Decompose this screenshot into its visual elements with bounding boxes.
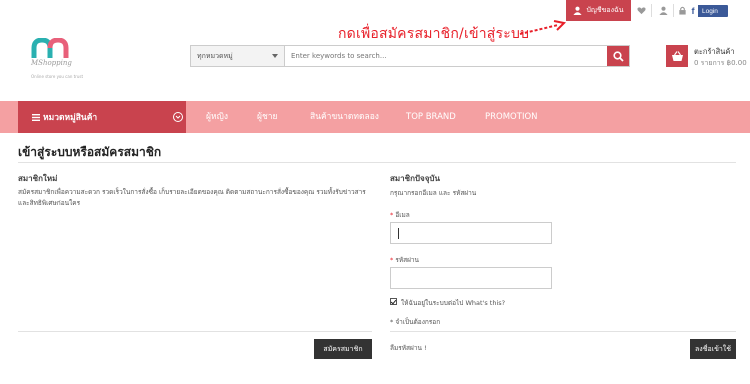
divider bbox=[390, 331, 736, 332]
cart-button[interactable] bbox=[666, 45, 688, 67]
login-button[interactable]: ลงชื่อเข้าใช้ bbox=[690, 339, 736, 359]
search-button[interactable] bbox=[607, 46, 629, 66]
chevron-down-icon bbox=[173, 112, 183, 122]
facebook-login-button[interactable]: f Login bbox=[688, 5, 728, 17]
user-icon[interactable] bbox=[659, 6, 668, 15]
top-bar: กดเพื่อสมัครสมาชิก/เข้าสู่ระบบ บัญชีของฉ… bbox=[0, 0, 750, 42]
page-title: เข้าสู่ระบบหรือสมัครสมาชิก bbox=[18, 145, 162, 159]
my-account-label: บัญชีของฉัน bbox=[586, 6, 624, 14]
cart-title[interactable]: ตะกร้าสินค้า bbox=[694, 46, 735, 58]
email-label: * อีเมล bbox=[390, 210, 410, 220]
password-label-text: รหัสผ่าน bbox=[395, 256, 419, 264]
category-select[interactable]: ทุกหมวดหมู่ bbox=[191, 46, 285, 66]
annotation-text: กดเพื่อสมัครสมาชิก/เข้าสู่ระบบ bbox=[338, 26, 530, 42]
nav-item-samples[interactable]: สินค้าขนาดทดลอง bbox=[310, 101, 379, 133]
my-account-button[interactable]: บัญชีของฉัน bbox=[566, 0, 631, 21]
required-mark: * bbox=[390, 256, 394, 264]
forgot-password-link[interactable]: ลืมรหัสผ่าน ! bbox=[390, 343, 427, 353]
required-mark: * bbox=[390, 211, 394, 219]
category-select-value: ทุกหมวดหมู่ bbox=[197, 51, 233, 60]
new-member-description: สมัครสมาชิกเพื่อความสะดวก รวดเร็วในการสั… bbox=[18, 188, 366, 207]
facebook-login-label: Login bbox=[702, 7, 718, 15]
existing-member-heading: สมาชิกปัจจุบัน bbox=[390, 174, 440, 183]
main-nav: หมวดหมู่สินค้า ผู้หญิง ผู้ชาย สินค้าขนาด… bbox=[0, 101, 750, 133]
category-menu-label: หมวดหมู่สินค้า bbox=[43, 113, 98, 123]
chevron-down-icon bbox=[272, 54, 278, 58]
nav-item-promotion[interactable]: PROMOTION bbox=[485, 101, 538, 133]
list-icon bbox=[32, 113, 40, 121]
nav-item-women[interactable]: ผู้หญิง bbox=[206, 101, 228, 133]
new-member-heading: สมาชิกใหม่ bbox=[18, 174, 58, 183]
category-menu-button[interactable]: หมวดหมู่สินค้า bbox=[18, 101, 186, 133]
lock-icon[interactable] bbox=[678, 6, 687, 15]
nav-item-men[interactable]: ผู้ชาย bbox=[257, 101, 278, 133]
password-field[interactable] bbox=[390, 267, 552, 289]
annotation-arrow-icon bbox=[519, 20, 567, 35]
basket-icon bbox=[671, 50, 683, 61]
divider bbox=[651, 4, 652, 17]
register-button[interactable]: สมัครสมาชิก bbox=[314, 339, 372, 359]
password-label: * รหัสผ่าน bbox=[390, 255, 419, 265]
logo-name: MShopping bbox=[31, 59, 72, 67]
logo-tagline: Online store you can trust bbox=[31, 74, 84, 79]
remember-me-checkbox[interactable] bbox=[390, 298, 397, 305]
facebook-icon: f bbox=[688, 5, 698, 17]
user-icon bbox=[573, 6, 582, 15]
heart-icon[interactable] bbox=[637, 6, 646, 15]
login-instruction: กรุณากรอกอีเมล และ รหัสผ่าน bbox=[390, 189, 477, 197]
email-field[interactable] bbox=[390, 222, 552, 244]
search-bar: ทุกหมวดหมู่ bbox=[190, 45, 630, 67]
cart-summary: 0 รายการ ฿0.00 bbox=[694, 59, 747, 67]
nav-item-top-brand[interactable]: TOP BRAND bbox=[406, 101, 456, 133]
search-input[interactable] bbox=[285, 46, 607, 66]
divider bbox=[18, 162, 736, 163]
email-label-text: อีเมล bbox=[395, 211, 410, 219]
divider bbox=[18, 331, 372, 332]
required-note: * จำเป็นต้องกรอก bbox=[390, 318, 441, 326]
search-icon bbox=[612, 50, 624, 62]
remember-me-label[interactable]: ให้ฉันอยู่ในระบบต่อไป What's this? bbox=[401, 298, 505, 308]
divider bbox=[673, 4, 674, 17]
